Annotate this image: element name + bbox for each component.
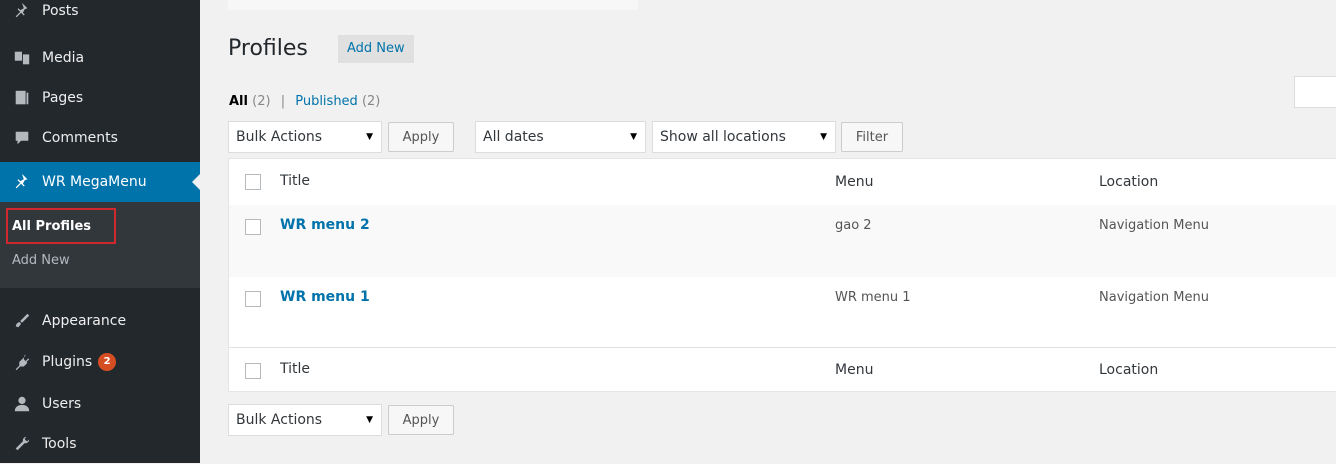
dates-filter-value: All dates xyxy=(483,129,544,145)
megamenu-submenu: All Profiles Add New xyxy=(0,202,200,288)
menu-item-label: Posts xyxy=(42,3,79,19)
menu-item-label: Appearance xyxy=(42,313,127,329)
filter-published-count: (2) xyxy=(361,94,381,109)
dropdown-caret-icon: ▼ xyxy=(630,132,637,142)
menu-item-label: WR MegaMenu xyxy=(42,174,147,190)
row-checkbox[interactable] xyxy=(245,291,261,307)
filter-all-link[interactable]: All xyxy=(229,94,248,109)
pin-icon xyxy=(12,1,32,21)
add-new-button[interactable]: Add New xyxy=(338,35,414,63)
column-footer-menu: Menu xyxy=(835,362,874,378)
filter-separator: | xyxy=(280,94,286,109)
table-footer-row: Title Menu Location xyxy=(229,347,1336,392)
submenu-item-all-profiles[interactable]: All Profiles xyxy=(12,219,91,234)
menu-item-appearance[interactable]: Appearance xyxy=(0,301,200,341)
menu-item-label: Media xyxy=(42,50,85,66)
menu-item-label: Tools xyxy=(42,436,77,452)
column-footer-location: Location xyxy=(1099,362,1159,378)
menu-item-pages[interactable]: Pages xyxy=(0,78,200,118)
table-row: WR menu 1 WR menu 1 Navigation Menu xyxy=(229,277,1336,347)
admin-sidebar: Posts Media Pages Comments WR MegaMenu A… xyxy=(0,0,200,463)
submenu-item-add-new[interactable]: Add New xyxy=(12,253,70,268)
row-menu: gao 2 xyxy=(835,218,872,233)
bulk-actions-select[interactable]: Bulk Actions ▼ xyxy=(228,121,382,153)
dropdown-caret-icon: ▼ xyxy=(366,415,373,425)
user-icon xyxy=(12,394,32,414)
search-input[interactable] xyxy=(1294,76,1336,108)
filter-button[interactable]: Filter xyxy=(841,122,903,152)
dates-filter-select[interactable]: All dates ▼ xyxy=(475,121,646,153)
menu-item-label: Plugins xyxy=(42,354,93,370)
bulk-actions-select-bottom[interactable]: Bulk Actions ▼ xyxy=(228,404,382,436)
media-icon xyxy=(12,48,32,68)
plug-icon xyxy=(12,352,32,372)
page-title: Profiles xyxy=(228,36,308,61)
top-bar-remnant xyxy=(228,0,638,10)
menu-item-posts[interactable]: Posts xyxy=(0,0,200,28)
menu-item-label: Pages xyxy=(42,90,84,106)
column-footer-title[interactable]: Title xyxy=(280,361,310,377)
row-checkbox[interactable] xyxy=(245,219,261,235)
menu-item-label: Comments xyxy=(42,130,118,146)
current-menu-arrow xyxy=(192,174,200,190)
menu-item-tools[interactable]: Tools xyxy=(0,424,200,464)
bulk-actions-value: Bulk Actions xyxy=(236,412,323,428)
menu-item-users[interactable]: Users xyxy=(0,384,200,424)
menu-item-comments[interactable]: Comments xyxy=(0,118,200,158)
table-header-row: Title Menu Location xyxy=(229,159,1336,206)
dropdown-caret-icon: ▼ xyxy=(366,132,373,142)
wrench-icon xyxy=(12,434,32,454)
apply-button-bottom[interactable]: Apply xyxy=(388,405,454,435)
pages-icon xyxy=(12,88,32,108)
pin-icon xyxy=(12,172,32,192)
apply-button[interactable]: Apply xyxy=(388,122,454,152)
column-header-menu: Menu xyxy=(835,174,874,190)
locations-filter-select[interactable]: Show all locations ▼ xyxy=(652,121,836,153)
filter-all-count: (2) xyxy=(252,94,271,109)
row-location: Navigation Menu xyxy=(1099,290,1209,305)
select-all-checkbox-footer[interactable] xyxy=(245,363,261,379)
filter-published-link[interactable]: Published xyxy=(295,94,358,109)
menu-item-plugins[interactable]: Plugins 2 xyxy=(0,342,200,382)
row-title-link[interactable]: WR menu 2 xyxy=(280,217,370,233)
row-title-link[interactable]: WR menu 1 xyxy=(280,289,370,305)
row-location: Navigation Menu xyxy=(1099,218,1209,233)
dropdown-caret-icon: ▼ xyxy=(820,132,827,142)
bulk-actions-value: Bulk Actions xyxy=(236,129,323,145)
menu-item-label: Users xyxy=(42,396,82,412)
select-all-checkbox[interactable] xyxy=(245,174,261,190)
locations-filter-value: Show all locations xyxy=(660,129,786,145)
menu-item-wr-megamenu[interactable]: WR MegaMenu xyxy=(0,162,200,202)
table-row: WR menu 2 gao 2 Navigation Menu xyxy=(229,205,1336,277)
status-filter-links: All (2) | Published (2) xyxy=(229,94,380,109)
comment-icon xyxy=(12,128,32,148)
update-count-badge: 2 xyxy=(98,353,117,371)
column-header-title[interactable]: Title xyxy=(280,173,310,189)
menu-item-media[interactable]: Media xyxy=(0,38,200,78)
brush-icon xyxy=(12,311,32,331)
column-header-location: Location xyxy=(1099,174,1159,190)
profiles-table: Title Menu Location WR menu 2 gao 2 Navi… xyxy=(228,158,1336,392)
row-menu: WR menu 1 xyxy=(835,290,911,305)
